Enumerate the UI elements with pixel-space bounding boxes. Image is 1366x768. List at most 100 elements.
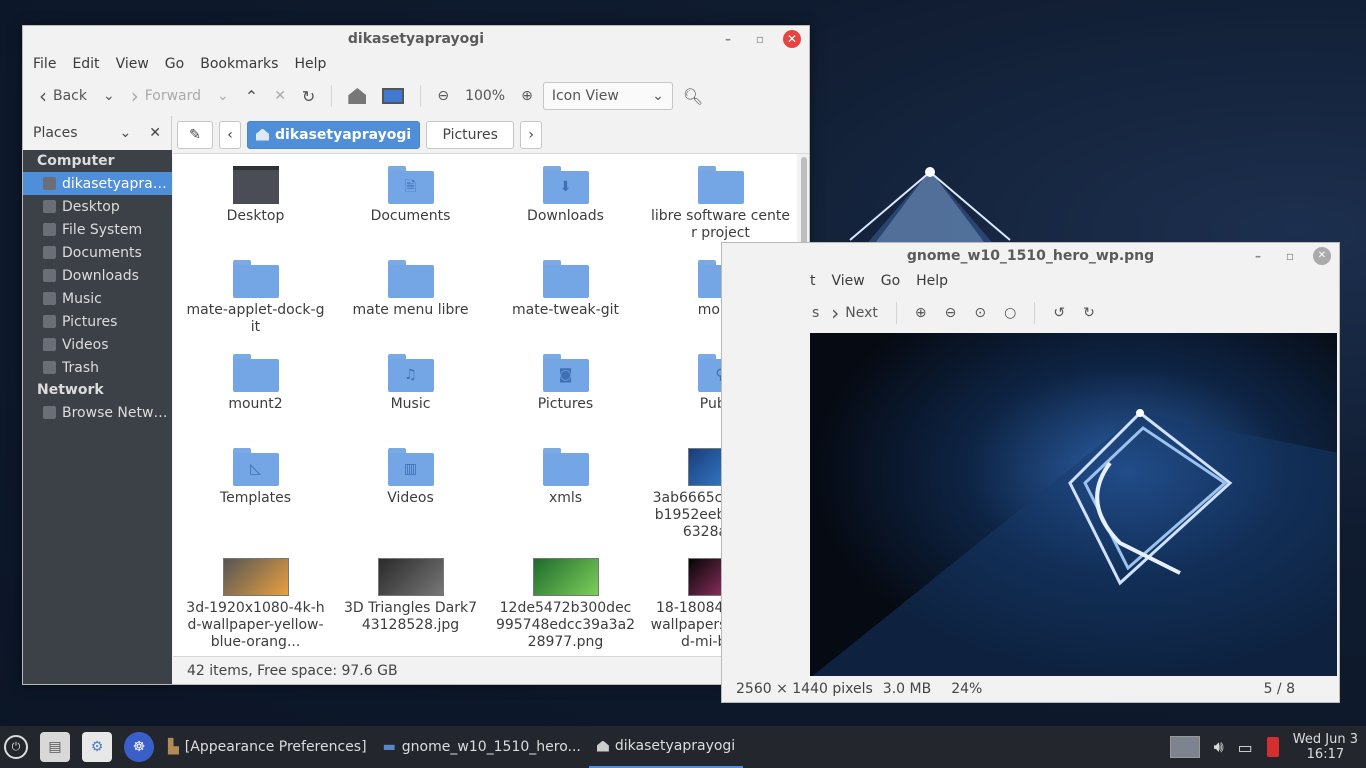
sidebar-item-dikasetyaprayogi[interactable]: dikasetyaprayogi	[23, 172, 172, 195]
battery-icon[interactable]	[1266, 737, 1279, 757]
path-button-pictures[interactable]: Pictures	[426, 120, 515, 149]
folder-item[interactable]: ⬇ Downloads	[488, 162, 643, 256]
back-history-button[interactable]: ⌄	[97, 80, 121, 112]
rotate-left-button[interactable]: ↺	[1047, 297, 1071, 329]
clock[interactable]: Wed Jun 3 16:17	[1293, 732, 1366, 762]
sidebar-item-file-system[interactable]: File System	[23, 218, 172, 241]
viewer-menu-item[interactable]: View	[824, 273, 873, 289]
back-button[interactable]: ‹ Back	[33, 80, 93, 112]
forward-history-button[interactable]: ⌄	[211, 80, 235, 112]
sidebar-item-browse-network[interactable]: Browse Network	[23, 401, 172, 424]
back-label: Back	[53, 88, 87, 104]
menu-edit[interactable]: Edit	[64, 56, 107, 72]
zoom-in-button[interactable]: ⊕	[515, 80, 539, 112]
sidebar-item-documents[interactable]: Documents	[23, 241, 172, 264]
folder-item[interactable]: xmls	[488, 444, 643, 521]
search-button[interactable]: 🔍︎	[677, 80, 709, 112]
sidebar-item-music[interactable]: Music	[23, 287, 172, 310]
minimize-icon[interactable]: –	[719, 30, 737, 48]
folder-item[interactable]: mate-applet-dock-git	[178, 256, 333, 350]
image-canvas[interactable]	[810, 333, 1337, 676]
minimize-icon[interactable]: –	[1249, 247, 1267, 265]
view-mode-value: Icon View	[551, 88, 619, 104]
folder-item[interactable]: 🗎 Documents	[333, 162, 488, 256]
zoom-level[interactable]: 100%	[459, 80, 511, 112]
zoom-normal-button[interactable]: ⊙	[968, 297, 992, 329]
sidebar-header-label[interactable]: Places	[33, 125, 78, 141]
folder-item[interactable]: mate menu libre	[333, 256, 488, 350]
stop-button[interactable]: ✕	[268, 80, 292, 112]
forward-button[interactable]: › Forward	[125, 80, 207, 112]
folder-item[interactable]: mate-tweak-git	[488, 256, 643, 350]
folder-icon	[232, 354, 279, 392]
view-mode-select[interactable]: Icon View ⌄	[542, 82, 673, 110]
viewer-menu-item[interactable]: t	[802, 273, 824, 289]
forward-label: Forward	[144, 88, 202, 104]
zoom-out-icon: ⊖	[944, 305, 957, 321]
viewer-menu-item[interactable]: Go	[873, 273, 908, 289]
folder-item[interactable]: ◙ Pictures	[488, 350, 643, 444]
image-zoom: 24%	[951, 681, 983, 697]
menu-bookmarks[interactable]: Bookmarks	[192, 56, 286, 72]
menu-help[interactable]: Help	[286, 56, 334, 72]
close-sidebar-icon[interactable]: ✕	[149, 125, 161, 141]
zoom-in-icon: ⊕	[914, 305, 927, 321]
menu-file[interactable]: File	[25, 56, 64, 72]
path-current-label: dikasetyaprayogi	[275, 126, 412, 143]
home-button[interactable]	[342, 80, 372, 112]
folder-item[interactable]: ▥ Videos	[333, 444, 488, 521]
browser-launcher[interactable]: ☸	[124, 732, 154, 762]
path-button-current[interactable]: dikasetyaprayogi	[247, 120, 421, 149]
chevron-down-icon[interactable]: ⌄	[120, 125, 132, 141]
task-appearance[interactable]: ▙ [Appearance Preferences]	[160, 726, 375, 768]
sidebar-item-trash[interactable]: Trash	[23, 356, 172, 379]
file-cabinet-launcher[interactable]: ▤	[40, 732, 70, 762]
volume-icon[interactable]: 🔊︎	[1214, 737, 1224, 757]
folder-item[interactable]: Desktop	[178, 162, 333, 256]
network-icon	[43, 406, 56, 419]
menu-go[interactable]: Go	[157, 56, 192, 72]
folder-item[interactable]: ♫ Music	[333, 350, 488, 444]
videos-icon	[43, 338, 56, 351]
software-launcher[interactable]: ⚙	[82, 732, 112, 762]
task-image-viewer[interactable]: ▬ gnome_w10_1510_hero...	[375, 726, 589, 768]
search-icon: 🔍︎	[682, 86, 704, 106]
path-scroll-right[interactable]: ›	[520, 120, 543, 149]
close-icon[interactable]: ✕	[783, 30, 801, 48]
next-button[interactable]: › Next	[825, 297, 884, 329]
zoom-fit-icon: ○	[1004, 305, 1017, 321]
sidebar-item-desktop[interactable]: Desktop	[23, 195, 172, 218]
maximize-icon[interactable]: ▫	[751, 30, 769, 48]
menu-view[interactable]: View	[108, 56, 157, 72]
menu-button[interactable]: ⏻	[4, 735, 28, 759]
previous-button[interactable]: s	[812, 305, 819, 321]
network-disconnected-icon[interactable]: ▭	[1238, 738, 1253, 757]
folder-item[interactable]: ◺ Templates	[178, 444, 333, 521]
image-file-item[interactable]: 3d-1920x1080-4k-hd-wallpaper-yellow-blue…	[178, 554, 333, 656]
rotate-right-button[interactable]: ↻	[1077, 297, 1101, 329]
image-file-item[interactable]: 3D Triangles Dark743128528.jpg	[333, 554, 488, 656]
up-button[interactable]: ⌃	[239, 80, 264, 112]
zoom-in-button[interactable]: ⊕	[909, 297, 933, 329]
item-label: Music	[390, 396, 431, 412]
folder-item[interactable]: mount2	[178, 350, 333, 444]
sidebar-item-videos[interactable]: Videos	[23, 333, 172, 356]
zoom-out-button[interactable]: ⊖	[431, 80, 455, 112]
software-bag-icon: ⚙	[90, 739, 104, 755]
folder-icon	[542, 448, 589, 486]
reload-button[interactable]: ↻	[296, 80, 321, 112]
zoom-fit-button[interactable]: ○	[998, 297, 1022, 329]
zoom-out-button[interactable]: ⊖	[939, 297, 963, 329]
path-scroll-left[interactable]: ‹	[219, 120, 241, 149]
sidebar-item-downloads[interactable]: Downloads	[23, 264, 172, 287]
viewer-menu-item[interactable]: Help	[908, 273, 956, 289]
image-file-item[interactable]: 12de5472b300dec995748edcc39a3a228977.png	[488, 554, 643, 656]
computer-button[interactable]	[376, 80, 410, 112]
workspace-switcher-icon[interactable]	[1169, 736, 1200, 758]
sidebar-item-pictures[interactable]: Pictures	[23, 310, 172, 333]
close-icon[interactable]: ✕	[1313, 247, 1331, 265]
task-file-manager[interactable]: dikasetyaprayogi	[588, 726, 744, 768]
toggle-location-button[interactable]: ✎	[177, 120, 213, 149]
maximize-icon[interactable]: ▫	[1281, 247, 1299, 265]
clock-date: Wed Jun 3	[1292, 732, 1358, 747]
